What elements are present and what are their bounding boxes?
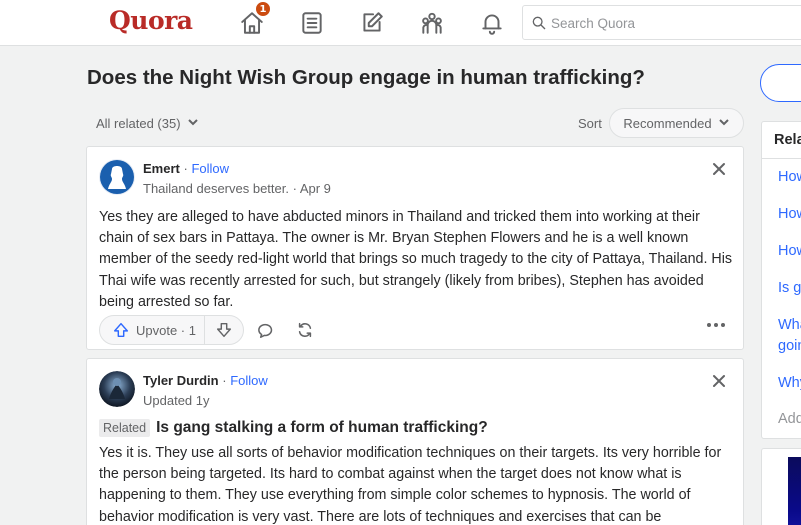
follow-button[interactable]: Follow bbox=[230, 373, 268, 388]
top-header: Quora 1 bbox=[0, 0, 801, 46]
avatar[interactable] bbox=[99, 159, 135, 195]
answer-card: Tyler Durdin · Follow Updated 1y Related… bbox=[86, 358, 744, 525]
divider bbox=[762, 158, 801, 159]
search-icon bbox=[532, 16, 546, 30]
following-icon[interactable] bbox=[297, 8, 327, 38]
notifications-icon[interactable] bbox=[477, 8, 507, 38]
related-link[interactable]: Why bbox=[778, 373, 801, 394]
search-box[interactable] bbox=[522, 5, 801, 40]
related-link[interactable]: How bbox=[778, 167, 801, 188]
spaces-icon[interactable] bbox=[417, 8, 447, 38]
related-link[interactable]: Is g bbox=[778, 278, 801, 299]
related-tag: Related bbox=[99, 419, 151, 437]
author-credential: Thailand deserves better. · Apr 9 bbox=[143, 181, 331, 196]
ad-image bbox=[788, 457, 801, 525]
search-input[interactable] bbox=[551, 13, 791, 33]
related-link[interactable]: How bbox=[778, 204, 801, 225]
related-question-link[interactable]: Is gang stalking a form of human traffic… bbox=[156, 419, 488, 437]
upvote-button[interactable]: Upvote · 1 bbox=[100, 316, 206, 344]
upvote-icon bbox=[113, 322, 129, 338]
sort-value: Recommended bbox=[623, 115, 712, 131]
more-options-icon[interactable] bbox=[707, 323, 725, 327]
answer-card: Emert · Follow Thailand deserves better.… bbox=[86, 146, 744, 350]
upvote-label: Upvote · 1 bbox=[136, 322, 196, 338]
vote-controls: Upvote · 1 bbox=[99, 315, 244, 345]
add-question-button[interactable] bbox=[760, 64, 801, 102]
related-link[interactable]: How bbox=[778, 241, 801, 262]
answer-text: Yes it is. They use all sorts of behavio… bbox=[99, 445, 722, 525]
author-credential: Updated 1y bbox=[143, 393, 210, 408]
related-questions-panel: Rela How How How Is g Wha goin Why Add bbox=[761, 121, 801, 439]
chevron-down-icon bbox=[187, 116, 199, 131]
all-related-dropdown[interactable]: All related (35) bbox=[96, 116, 199, 131]
quora-logo[interactable]: Quora bbox=[109, 6, 193, 35]
all-related-label: All related (35) bbox=[96, 116, 181, 131]
sort-label: Sort bbox=[578, 116, 602, 131]
related-link[interactable]: Wha bbox=[778, 315, 801, 336]
share-icon[interactable] bbox=[296, 321, 316, 341]
answer-text: Yes they are alleged to have abducted mi… bbox=[99, 209, 733, 310]
author-line: Emert · Follow bbox=[143, 161, 229, 176]
author-name[interactable]: Emert bbox=[143, 161, 180, 176]
separator: · bbox=[222, 373, 231, 388]
question-title[interactable]: Does the Night Wish Group engage in huma… bbox=[87, 66, 645, 90]
notification-badge: 1 bbox=[255, 1, 271, 17]
avatar[interactable] bbox=[99, 371, 135, 407]
related-question-row: Related Is gang stalking a form of human… bbox=[99, 419, 488, 437]
comment-icon[interactable] bbox=[258, 321, 278, 341]
related-link-continued[interactable]: goin bbox=[778, 336, 801, 357]
follow-button[interactable]: Follow bbox=[191, 161, 229, 176]
related-panel-title: Rela bbox=[774, 132, 801, 148]
ad-panel[interactable] bbox=[761, 448, 801, 525]
add-question-link[interactable]: Add bbox=[778, 411, 801, 427]
close-icon[interactable] bbox=[711, 373, 727, 389]
answer-icon[interactable] bbox=[357, 8, 387, 38]
downvote-button[interactable] bbox=[205, 321, 243, 339]
author-name[interactable]: Tyler Durdin bbox=[143, 373, 219, 388]
author-line: Tyler Durdin · Follow bbox=[143, 373, 268, 388]
chevron-down-icon bbox=[718, 116, 730, 131]
downvote-icon bbox=[217, 322, 232, 338]
close-icon[interactable] bbox=[711, 161, 727, 177]
sort-dropdown[interactable]: Recommended bbox=[609, 108, 744, 138]
